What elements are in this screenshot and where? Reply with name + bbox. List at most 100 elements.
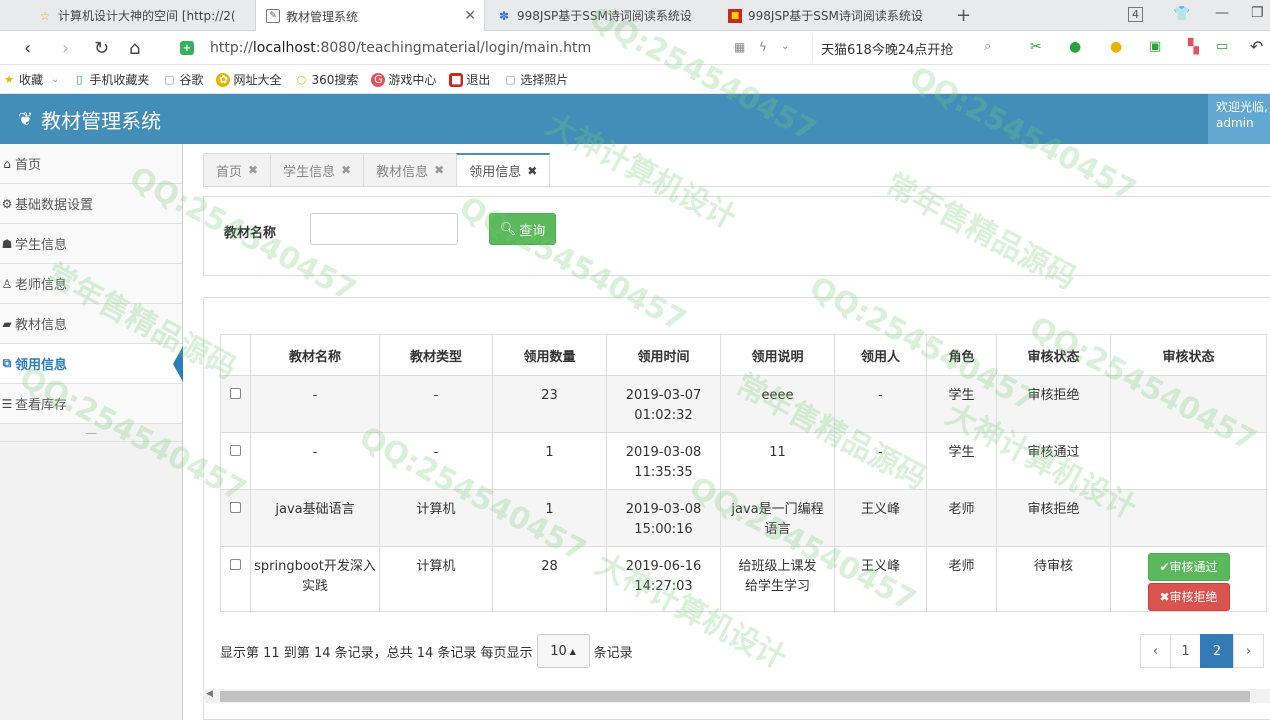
tabs-divider (203, 186, 1270, 187)
sidebar-item-teachers[interactable]: ♙ 老师信息 (0, 264, 182, 304)
home-icon: ⌂ (3, 156, 11, 171)
star-icon: ★ (4, 73, 14, 86)
undo-icon[interactable]: ↶ (1250, 37, 1263, 56)
browser-tab-4[interactable]: ■ 998JSP基于SSM诗词阅读系统设 (718, 0, 946, 31)
bookmark-photo[interactable]: ▢ 选择照片 (503, 71, 568, 88)
approve-button[interactable]: ✔ 审核通过 (1147, 553, 1230, 581)
row-checkbox[interactable] (230, 388, 241, 399)
col-header: 领用数量 (492, 334, 607, 376)
col-header: 角色 (926, 334, 997, 376)
table-row: java基础语言 计算机 1 2019-03-08 15:00:16 java是一… (220, 489, 1267, 547)
user-icon: ♙ (1, 276, 13, 291)
star-icon: ☆ (39, 8, 51, 23)
status-text: 待审核 (996, 546, 1111, 612)
page-2-button[interactable]: 2 (1200, 634, 1234, 668)
security-shield-icon: + (180, 41, 194, 55)
tab-home[interactable]: 首页 ✖ (203, 153, 271, 187)
search-suggestion[interactable]: 天猫618今晚24点开抢 (812, 35, 1004, 61)
sidebar-item-home[interactable]: ⌂ 首页 (0, 144, 182, 184)
paw-icon: ✽ (498, 8, 510, 23)
page-icon: ▢ (505, 73, 516, 86)
browser-tab-1[interactable]: ☆ 计算机设计大神的空间 [http://2( (28, 0, 254, 31)
users-icon: ☗ (1, 236, 13, 251)
browser-tab-title: 998JSP基于SSM诗词阅读系统设 (517, 9, 692, 23)
close-icon[interactable]: ✖ (527, 164, 537, 178)
close-tab-icon[interactable]: ✕ (464, 8, 476, 24)
tab-students[interactable]: 学生信息 ✖ (270, 153, 364, 187)
close-icon[interactable]: ✖ (341, 163, 351, 177)
tab-count-badge[interactable]: 4 (1128, 7, 1143, 22)
new-tab-icon[interactable]: + (956, 5, 971, 26)
leaf-icon: ❦ (18, 109, 34, 130)
coin-icon[interactable]: ● (1110, 39, 1122, 55)
select-header (220, 334, 251, 376)
col-header: 领用人 (834, 334, 927, 376)
grid-icon[interactable]: ▦ (734, 40, 745, 54)
back-icon[interactable]: ‹ (24, 38, 31, 59)
row-checkbox[interactable] (230, 559, 241, 570)
page-icon: ▢ (164, 73, 175, 86)
sidebar-item-students[interactable]: ☗ 学生信息 (0, 224, 182, 264)
url-field[interactable]: + http://localhost:8080/teachingmaterial… (180, 35, 804, 61)
browser-tab-title: 教材管理系统 (286, 9, 359, 24)
user-welcome[interactable]: 欢迎光临, admin (1208, 94, 1270, 144)
status-text: 审核通过 (996, 432, 1111, 490)
browser-tab-2[interactable]: ✎ 教材管理系统 ✕ (255, 0, 485, 32)
browser-tab-3[interactable]: ✽ 998JSP基于SSM诗词阅读系统设 (487, 0, 715, 31)
maximize-icon[interactable]: ❐ (1251, 5, 1264, 21)
chevron-down-icon: ⌄ (51, 74, 60, 85)
bookmark-google[interactable]: ▢ 谷歌 (162, 71, 203, 88)
bookmark-mobile[interactable]: ▯ 手机收藏夹 (72, 71, 149, 88)
sidebar-item-materials[interactable]: ▰ 教材信息 (0, 304, 182, 344)
sidebar-item-inventory[interactable]: ☰ 查看库存 (0, 384, 182, 424)
page-size-select[interactable]: 10 ▲ (536, 634, 590, 668)
bookmark-sites[interactable]: ✿ 网址大全 (216, 71, 281, 88)
search-icon: 🔍︎ (499, 221, 517, 237)
tab-materials[interactable]: 教材信息 ✖ (363, 153, 457, 187)
page-tabs: 首页 ✖ 学生信息 ✖ 教材信息 ✖ 领用信息 ✖ (203, 153, 551, 187)
tab-requisition[interactable]: 领用信息 ✖ (456, 153, 551, 187)
search-button[interactable]: 🔍︎ 查询 (489, 213, 556, 245)
bookmark-360search[interactable]: ○ 360搜索 (294, 71, 359, 88)
forward-icon[interactable]: › (62, 38, 69, 59)
scroll-left-icon[interactable]: ◀ (206, 689, 213, 699)
battery-icon[interactable]: ▭ (1216, 39, 1228, 54)
image-icon[interactable]: ▣ (1149, 39, 1161, 54)
col-header: 领用说明 (720, 334, 835, 376)
material-name-input[interactable] (310, 213, 458, 245)
bookmark-favorites[interactable]: ★ 收藏 ⌄ (2, 71, 59, 88)
translate-icon[interactable]: ● (1069, 39, 1081, 55)
app-title: ❦ 教材管理系统 (18, 109, 162, 133)
bookmark-exit[interactable]: ■ 退出 (449, 71, 490, 88)
sidebar-item-basic-settings[interactable]: ⚙ 基础数据设置 (0, 184, 182, 224)
lightning-icon[interactable]: ϟ (759, 40, 767, 54)
cog-icon: ⚙ (1, 196, 13, 211)
apps-icon[interactable]: ▚ (1188, 39, 1199, 55)
minimize-icon[interactable]: — (1215, 5, 1229, 21)
row-checkbox[interactable] (230, 445, 241, 456)
reload-icon[interactable]: ↻ (94, 38, 109, 59)
prev-page-button[interactable]: ‹ (1140, 634, 1171, 668)
next-page-button[interactable]: › (1233, 634, 1264, 668)
row-checkbox[interactable] (230, 502, 241, 513)
actions-cell: ✔ 审核通过 ✖ 审核拒绝 (1110, 546, 1267, 612)
reject-button[interactable]: ✖ 审核拒绝 (1147, 583, 1230, 611)
bookmark-games[interactable]: G 游戏中心 (371, 71, 436, 88)
sidebar-item-requisition[interactable]: ⧉ 领用信息 (0, 344, 183, 384)
home-icon[interactable]: ⌂ (129, 38, 140, 59)
search-icon[interactable]: ⌕ (984, 39, 991, 54)
scrollbar-thumb[interactable] (220, 691, 1250, 702)
page-1-button[interactable]: 1 (1170, 634, 1201, 668)
scissors-icon[interactable]: ✂ (1030, 39, 1042, 55)
shirt-icon[interactable]: 👕 (1173, 6, 1190, 22)
chevron-down-icon[interactable]: ⌄ (781, 41, 789, 52)
close-icon[interactable]: ✖ (248, 163, 258, 177)
sidebar-collapse-toggle[interactable]: — (0, 424, 182, 442)
col-header: 教材名称 (250, 334, 380, 376)
horizontal-scrollbar[interactable]: ◀ (203, 689, 1270, 703)
close-icon[interactable]: ✖ (434, 163, 444, 177)
list-icon: ☰ (1, 396, 13, 411)
actions-cell (1110, 432, 1267, 490)
requisition-table: 教材名称 教材类型 领用数量 领用时间 领用说明 领用人 角色 审核状态 审核状… (220, 334, 1267, 612)
col-header: 审核状态 (1110, 334, 1267, 376)
